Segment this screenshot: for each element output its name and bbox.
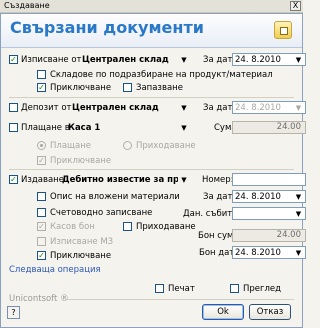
invoice-income-label: Приходаване — [136, 222, 196, 232]
divider — [9, 97, 294, 98]
invoice-checkbox[interactable]: ✓ — [9, 175, 18, 184]
issue-m3-checkbox[interactable] — [37, 237, 46, 246]
close-button[interactable]: X — [290, 1, 301, 11]
pay-radio[interactable] — [37, 141, 46, 150]
chevron-down-icon[interactable]: ▼ — [178, 54, 190, 66]
invoice-label: Издаване — [21, 175, 64, 185]
accounting-checkbox[interactable] — [37, 208, 46, 217]
cancel-button[interactable]: Отказ — [249, 304, 291, 320]
issue-post-label: Приключване — [50, 83, 112, 93]
chevron-down-icon[interactable]: ▼ — [178, 174, 190, 186]
chevron-down-icon[interactable]: ▼ — [293, 248, 304, 258]
cash-checkbox[interactable]: ✓ — [37, 222, 46, 231]
divider — [67, 299, 294, 300]
ok-button[interactable]: Ok — [202, 304, 244, 320]
issue-label: Изписване от — [21, 55, 82, 65]
chevron-down-icon[interactable]: ▼ — [293, 103, 304, 113]
payment-label: Плащане в — [21, 123, 70, 133]
help-icon[interactable]: ? — [7, 306, 20, 319]
chevron-down-icon[interactable]: ▼ — [293, 209, 304, 219]
deposit-warehouse-select[interactable]: Централен склад — [72, 103, 159, 113]
issue-date-field[interactable]: 24. 8.2010 ▼ — [232, 53, 306, 66]
invoice-date-field[interactable]: 24. 8.2010 ▼ — [232, 190, 306, 203]
header-banner: Свързани документи — [1, 14, 302, 48]
divider — [9, 169, 294, 170]
payment-post-checkbox[interactable]: ✓ — [37, 156, 46, 165]
issue-post-checkbox[interactable]: ✓ — [37, 83, 46, 92]
pay-radio-label: Плащане — [50, 141, 92, 151]
issue-checkbox[interactable]: ✓ — [9, 55, 18, 64]
receipt-date-value: 24. 8.2010 — [235, 248, 281, 258]
document-icon — [274, 21, 292, 39]
payment-checkbox[interactable] — [9, 123, 18, 132]
accounting-label: Счетоводно записване — [50, 208, 153, 218]
deposit-checkbox[interactable] — [9, 103, 18, 112]
print-checkbox[interactable] — [155, 284, 164, 293]
issue-m3-label: Изписване МЗ — [50, 237, 114, 247]
chevron-down-icon[interactable]: ▼ — [293, 55, 304, 65]
default-warehouse-label: Складове по подразбиране на продукт/мате… — [50, 70, 273, 80]
reserve-label: Запазване — [136, 83, 183, 93]
invoice-post-checkbox[interactable]: ✓ — [37, 251, 46, 260]
chevron-down-icon[interactable]: ▼ — [293, 192, 304, 202]
chevron-down-icon[interactable]: ▼ — [178, 102, 190, 114]
brand-label: Unicontsoft ® — [9, 294, 69, 304]
invoice-number-field[interactable] — [232, 173, 306, 186]
window-titlebar: Създаване X — [0, 0, 303, 13]
invoice-date-value: 24. 8.2010 — [235, 192, 281, 202]
reserve-checkbox[interactable] — [123, 83, 132, 92]
payment-post-label: Приключване — [50, 156, 112, 166]
materials-label: Опис на вложени материали — [50, 192, 180, 202]
deposit-date-field[interactable]: 24. 8.2010 ▼ — [232, 101, 306, 114]
default-warehouse-checkbox[interactable] — [37, 70, 46, 79]
payment-account-select[interactable]: Каса 1 — [68, 123, 100, 133]
issue-date-value: 24. 8.2010 — [235, 55, 281, 65]
next-operation-link[interactable]: Следваща операция — [9, 265, 101, 275]
income-radio[interactable] — [123, 141, 132, 150]
receipt-sum-field[interactable]: 24.00 — [232, 229, 306, 242]
issue-warehouse-select[interactable]: Централен склад — [82, 55, 169, 65]
invoice-income-checkbox[interactable] — [123, 222, 132, 231]
invoice-type-select[interactable]: Дебитно известие за продаж — [62, 175, 178, 185]
deposit-label: Депозит от — [21, 103, 72, 113]
page-title: Свързани документи — [10, 18, 204, 37]
preview-label: Преглед — [243, 284, 282, 294]
deposit-date-value: 24. 8.2010 — [235, 103, 281, 113]
event-date-field[interactable]: ▼ — [232, 207, 306, 220]
receipt-date-field[interactable]: 24. 8.2010 ▼ — [232, 246, 306, 259]
chevron-down-icon[interactable]: ▼ — [178, 122, 190, 134]
preview-checkbox[interactable] — [230, 284, 239, 293]
window-title: Създаване — [4, 1, 50, 10]
invoice-post-label: Приключване — [50, 251, 112, 261]
materials-checkbox[interactable] — [37, 192, 46, 201]
cash-label: Касов бон — [50, 222, 95, 232]
income-radio-label: Приходаване — [136, 141, 196, 151]
print-label: Печат — [168, 284, 195, 294]
invoice-number-label: Номер: — [202, 175, 234, 185]
payment-sum-field[interactable]: 24.00 — [232, 121, 306, 134]
